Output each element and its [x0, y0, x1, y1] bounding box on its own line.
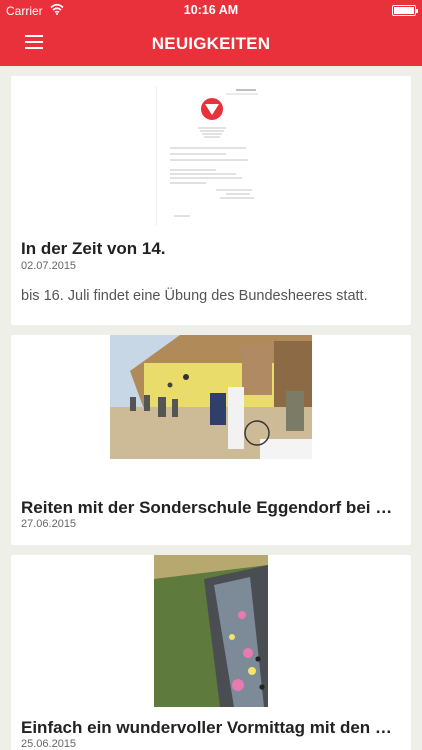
card-title: In der Zeit von 14.	[21, 239, 166, 258]
status-bar: Carrier 10:16 AM	[0, 0, 422, 22]
battery-icon	[392, 5, 418, 16]
news-card[interactable]: In der Zeit von 14. 02.07.2015 bis 16. J…	[11, 76, 411, 325]
card-title: Reiten mit der Sonderschule Eggendorf be…	[21, 498, 401, 517]
nav-bar: Carrier 10:16 AM NEUIGKEITEN	[0, 0, 422, 66]
article-photo	[154, 555, 268, 707]
card-date: 27.06.2015	[21, 518, 77, 530]
article-photo	[110, 335, 312, 459]
card-date: 02.07.2015	[21, 260, 77, 272]
card-date: 25.06.2015	[21, 738, 77, 750]
news-card[interactable]: Reiten mit der Sonderschule Eggendorf be…	[11, 335, 411, 545]
news-card[interactable]: Einfach ein wundervoller Vormittag mit d…	[11, 555, 411, 750]
page-title: NEUIGKEITEN	[151, 34, 271, 53]
clock: 10:16 AM	[183, 3, 239, 17]
card-teaser: bis 16. Juli findet eine Übung des Bunde…	[21, 288, 368, 304]
document-thumbnail	[156, 86, 264, 226]
card-title: Einfach ein wundervoller Vormittag mit d…	[21, 718, 401, 737]
